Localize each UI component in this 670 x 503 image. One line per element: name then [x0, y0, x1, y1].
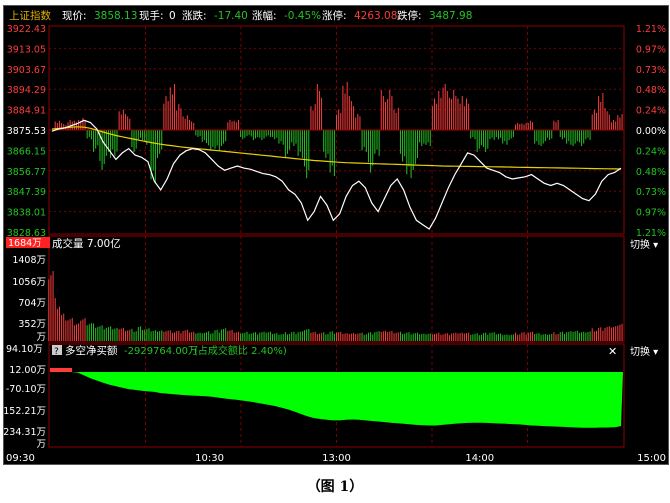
netbuy-top-value: 94.10万 [6, 344, 43, 355]
volume-axis: 1408万 1056万 704万 352万万 [12, 255, 46, 343]
volume-tick-label: 万 [36, 332, 46, 343]
figure-caption: （图 1） [306, 479, 364, 495]
pct-value: -0.45% [284, 10, 321, 22]
price-axis-left: 3922.43 3913.05 3903.67 3894.29 3884.91 3875.… [7, 24, 46, 239]
price-tick-label: 3866.15 [7, 146, 46, 157]
volume-highlight-value: 1684万 [8, 238, 42, 249]
close-icon[interactable]: ✕ [608, 345, 617, 358]
netbuy-axis: 12.00万 -70.10万 152.21万 234.31万万 [4, 365, 46, 450]
time-axis: 09:30 10:30 13:00 14:00 15:00 [6, 453, 666, 464]
change-value: -17.40 [214, 10, 248, 22]
pct-tick-label: 0.48% [636, 85, 666, 96]
pct-axis-right: 1.21% 0.97% 0.73% 0.48% 0.24% 0.00% 0.24% 0.48%… [636, 24, 666, 239]
volume-tick-label: 1056万 [12, 277, 46, 288]
netbuy-tick-label: 152.21万 [4, 406, 46, 417]
price-tick-label: 3903.67 [7, 65, 46, 76]
netbuy-value: -2929764.00万 [124, 346, 198, 357]
price-tick-label: 3884.91 [7, 106, 46, 117]
netbuy-tick-label: 万 [36, 439, 46, 450]
lot-label: 现手: [139, 9, 164, 22]
netbuy-ratio: (占成交额比 2.40%) [194, 344, 287, 357]
time-tick-label: 09:30 [6, 453, 35, 464]
lot-value: 0 [169, 10, 176, 22]
index-name: 上证指数 [9, 9, 51, 22]
price-tick-label: 3847.39 [7, 187, 46, 198]
pct-tick-label: 1.21% [636, 24, 666, 35]
price-tick-label: 3838.01 [7, 208, 46, 219]
pct-tick-label: 0.97% [636, 208, 666, 219]
price-tick-label: 3894.29 [7, 85, 46, 96]
volume-grid [145, 236, 528, 342]
chart-window: 上证指数 现价: 3858.13 现手: 0 涨跌: -17.40 涨幅: -0… [3, 5, 669, 465]
pct-tick-label: 0.48% [636, 167, 666, 178]
netbuy-title: 多空净买额 [65, 344, 118, 357]
volume-bars [48, 271, 623, 341]
limit-down-value: 3487.98 [429, 10, 472, 22]
netbuy-positive-segment [50, 368, 72, 372]
time-tick-label: 13:00 [322, 453, 351, 464]
pct-tick-label: 0.24% [636, 146, 666, 157]
limit-up-value: 4263.08 [354, 10, 397, 22]
time-tick-label: 15:00 [637, 453, 666, 464]
netbuy-area [50, 372, 623, 428]
limit-down-label: 跌停: [397, 9, 422, 22]
time-tick-label: 10:30 [195, 453, 224, 464]
change-label: 涨跌: [182, 9, 207, 22]
volume-tick-label: 704万 [18, 298, 46, 309]
netbuy-tick-label: 234.31万 [4, 427, 46, 438]
pct-tick-label: 0.73% [636, 65, 666, 76]
limit-up-label: 涨停: [322, 9, 347, 22]
help-icon-glyph: ? [54, 347, 59, 357]
netbuy-tick-label: 12.00万 [9, 365, 46, 376]
pct-label: 涨幅: [252, 9, 277, 22]
pct-tick-label: 0.00% [636, 126, 666, 137]
pct-tick-label: 0.24% [636, 106, 666, 117]
intraday-chart[interactable]: 上证指数 现价: 3858.13 现手: 0 涨跌: -17.40 涨幅: -0… [4, 6, 668, 464]
volume-tick-label: 352万 [18, 319, 46, 330]
price-tick-label: 3856.77 [7, 167, 46, 178]
price-tick-label: 3922.43 [7, 24, 46, 35]
pct-tick-label: 0.97% [636, 44, 666, 55]
price-value: 3858.13 [94, 10, 137, 22]
volume-title: 成交量 7.00亿 [52, 237, 121, 250]
volume-switch-button[interactable]: 切换 ▾ [630, 238, 658, 251]
volume-tick-label: 1408万 [12, 255, 46, 266]
time-tick-label: 14:00 [465, 453, 494, 464]
price-tick-label: 3875.53 [7, 126, 46, 137]
pct-tick-label: 1.21% [636, 228, 666, 239]
netbuy-switch-button[interactable]: 切换 ▾ [630, 345, 658, 358]
change-bars [54, 81, 623, 184]
price-label: 现价: [62, 10, 87, 22]
netbuy-tick-label: -70.10万 [6, 384, 46, 395]
price-tick-label: 3913.05 [7, 44, 46, 55]
pct-tick-label: 0.73% [636, 187, 666, 198]
